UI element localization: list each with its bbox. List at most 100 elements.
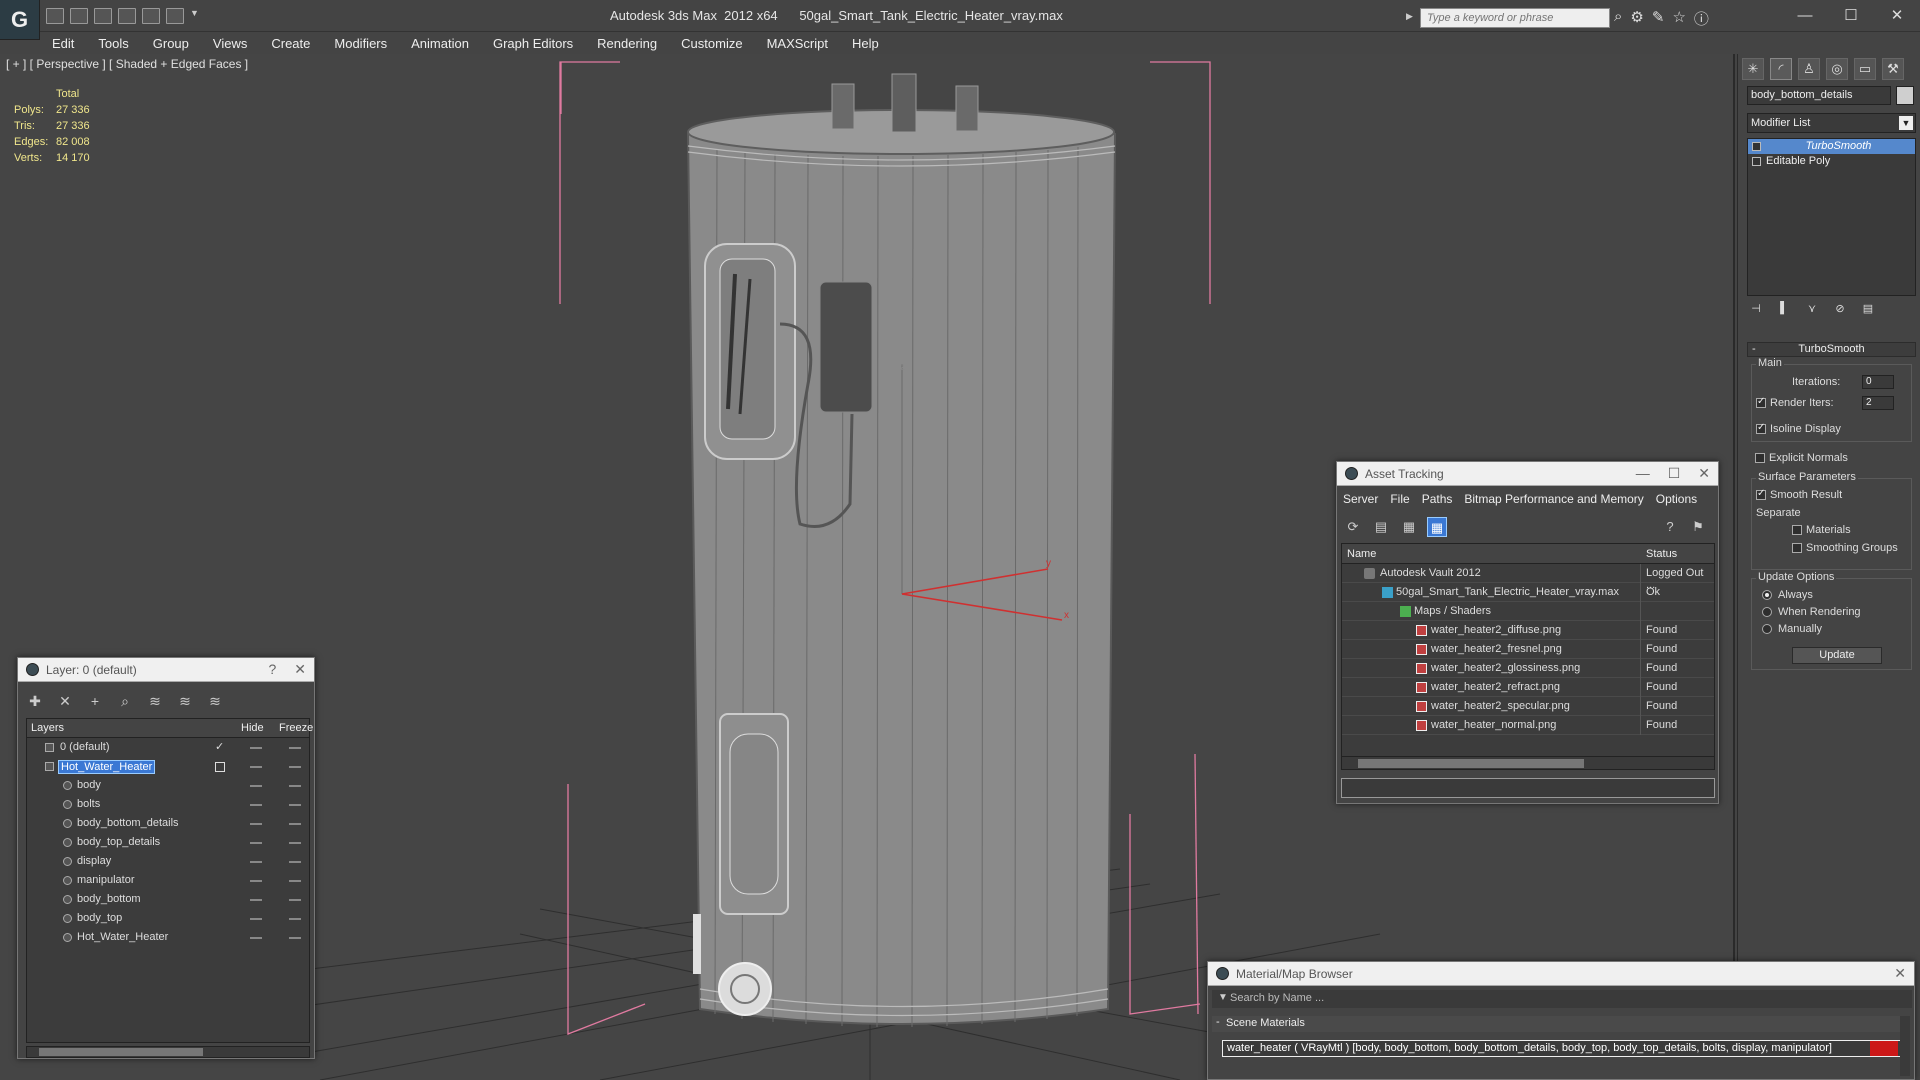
hierarchy-tab-icon[interactable]: ♙	[1798, 58, 1820, 80]
material-swatch[interactable]	[1870, 1041, 1898, 1056]
freeze-toggle[interactable]	[289, 747, 301, 749]
vault-login-icon[interactable]: ⚑	[1688, 517, 1708, 537]
hide-toggle[interactable]	[250, 918, 262, 920]
select-in-layer-icon[interactable]: ⌕	[116, 692, 134, 710]
delete-layer-icon[interactable]: ✕	[56, 692, 74, 710]
object-row[interactable]: body_top	[27, 909, 309, 928]
table-view-icon[interactable]: ▦	[1427, 517, 1447, 537]
refresh-icon[interactable]: ⟳	[1343, 517, 1363, 537]
object-row[interactable]: Hot_Water_Heater	[27, 928, 309, 947]
freeze-toggle[interactable]	[289, 861, 301, 863]
create-tab-icon[interactable]: ✳	[1742, 58, 1764, 80]
asset-row[interactable]: 50gal_Smart_Tank_Electric_Heater_vray.ma…	[1342, 583, 1714, 602]
layer-row[interactable]: 0 (default) ✓	[27, 738, 309, 757]
stack-item-turbosmooth[interactable]: TurboSmooth	[1748, 139, 1915, 154]
asset-row[interactable]: water_heater2_glossiness.png Found	[1342, 659, 1714, 678]
infocenter-search-input[interactable]	[1420, 8, 1610, 28]
close-icon[interactable]: ✕	[1698, 465, 1710, 482]
menu-group[interactable]: Group	[141, 34, 201, 53]
make-unique-icon[interactable]: ⋎	[1803, 302, 1821, 318]
open-file-icon[interactable]	[70, 8, 88, 24]
hide-toggle[interactable]	[250, 937, 262, 939]
highlight-layer-icon[interactable]: ≋	[146, 692, 164, 710]
object-row[interactable]: body_top_details	[27, 833, 309, 852]
configure-sets-icon[interactable]: ▤	[1859, 302, 1877, 318]
material-entry[interactable]: water_heater ( VRayMtl ) [body, body_bot…	[1222, 1040, 1902, 1057]
set-active-layer-icon[interactable]	[215, 762, 225, 772]
object-row[interactable]: body_bottom_details	[27, 814, 309, 833]
asset-row[interactable]: water_heater_normal.png Found	[1342, 716, 1714, 735]
asset-row[interactable]: water_heater2_refract.png Found	[1342, 678, 1714, 697]
search-expand-icon[interactable]: ▶	[1406, 11, 1413, 22]
menu-file[interactable]: File	[1390, 492, 1409, 506]
hide-toggle[interactable]	[250, 880, 262, 882]
object-row[interactable]: bolts	[27, 795, 309, 814]
asset-path-field[interactable]	[1341, 778, 1715, 798]
update-button[interactable]: Update	[1792, 647, 1882, 664]
freeze-toggle[interactable]	[289, 785, 301, 787]
freeze-toggle[interactable]	[289, 899, 301, 901]
help-icon[interactable]: ⓘ	[1694, 8, 1709, 29]
render-iters-spinner[interactable]: 2	[1862, 396, 1894, 410]
menu-server[interactable]: Server	[1343, 492, 1378, 506]
menu-maxscript[interactable]: MAXScript	[755, 34, 840, 53]
show-end-result-icon[interactable]: ▌	[1775, 302, 1793, 318]
hide-toggle[interactable]	[250, 823, 262, 825]
menu-edit[interactable]: Edit	[40, 34, 86, 53]
display-tab-icon[interactable]: ▭	[1854, 58, 1876, 80]
create-layer-icon[interactable]: ✚	[26, 692, 44, 710]
detail-view-icon[interactable]: ▦	[1399, 517, 1419, 537]
modifier-list-dropdown[interactable]: Modifier List ▼	[1747, 113, 1916, 133]
help-icon[interactable]: ?	[1660, 517, 1680, 537]
vertical-scrollbar[interactable]	[1900, 1016, 1910, 1076]
add-to-layer-icon[interactable]: +	[86, 692, 104, 710]
hide-toggle[interactable]	[250, 804, 262, 806]
menu-paths[interactable]: Paths	[1422, 492, 1453, 506]
menu-rendering[interactable]: Rendering	[585, 34, 669, 53]
iterations-spinner[interactable]: 0	[1862, 375, 1894, 389]
maximize-icon[interactable]: ☐	[1828, 0, 1874, 30]
asset-row[interactable]: water_heater2_diffuse.png Found	[1342, 621, 1714, 640]
lightbulb-icon[interactable]	[1752, 142, 1761, 151]
menu-bitmap-performance[interactable]: Bitmap Performance and Memory	[1464, 492, 1643, 506]
undo-icon[interactable]	[118, 8, 136, 24]
freeze-toggle[interactable]	[289, 918, 301, 920]
scrollbar-thumb[interactable]	[1358, 759, 1584, 768]
close-icon[interactable]: ✕	[294, 661, 306, 678]
col-layers[interactable]: Layers	[31, 722, 64, 734]
freeze-toggle[interactable]	[289, 766, 301, 768]
explicit-normals-checkbox[interactable]	[1755, 453, 1765, 464]
3dsmax-logo-icon[interactable]: G	[0, 0, 40, 40]
always-radio[interactable]	[1762, 590, 1772, 601]
object-row[interactable]: manipulator	[27, 871, 309, 890]
when-rendering-radio[interactable]	[1762, 607, 1772, 618]
close-icon[interactable]: ✕	[1894, 965, 1906, 982]
help-button[interactable]: ?	[268, 661, 276, 678]
pin-stack-icon[interactable]: ⊣	[1747, 302, 1765, 318]
menu-views[interactable]: Views	[201, 34, 259, 53]
render-iters-checkbox[interactable]	[1756, 396, 1766, 409]
manually-radio[interactable]	[1762, 624, 1772, 635]
freeze-toggle[interactable]	[289, 937, 301, 939]
asset-row[interactable]: Maps / Shaders	[1342, 602, 1714, 621]
binoculars-icon[interactable]: ⌕	[1614, 8, 1622, 29]
minimize-icon[interactable]: —	[1636, 465, 1650, 482]
layer-row[interactable]: Hot_Water_Heater	[27, 757, 309, 776]
motion-tab-icon[interactable]: ◎	[1826, 58, 1848, 80]
menu-options[interactable]: Options	[1656, 492, 1697, 506]
col-status[interactable]: Status	[1646, 548, 1677, 560]
object-row[interactable]: body	[27, 776, 309, 795]
save-file-icon[interactable]	[94, 8, 112, 24]
material-search-field[interactable]: ▼ Search by Name ...	[1212, 990, 1912, 1008]
object-row[interactable]: body_bottom	[27, 890, 309, 909]
freeze-all-layers-icon[interactable]: ≋	[206, 692, 224, 710]
object-name-field[interactable]: body_bottom_details	[1747, 86, 1891, 105]
project-folder-icon[interactable]	[166, 8, 184, 24]
close-icon[interactable]: ✕	[1874, 0, 1920, 30]
menu-create[interactable]: Create	[259, 34, 322, 53]
col-name[interactable]: Name	[1347, 548, 1376, 560]
col-hide[interactable]: Hide	[241, 722, 264, 734]
subscription-icon[interactable]: ⚙	[1630, 8, 1643, 29]
options-arrow-icon[interactable]: ▼	[1218, 992, 1228, 1003]
minimize-icon[interactable]: —	[1782, 0, 1828, 30]
